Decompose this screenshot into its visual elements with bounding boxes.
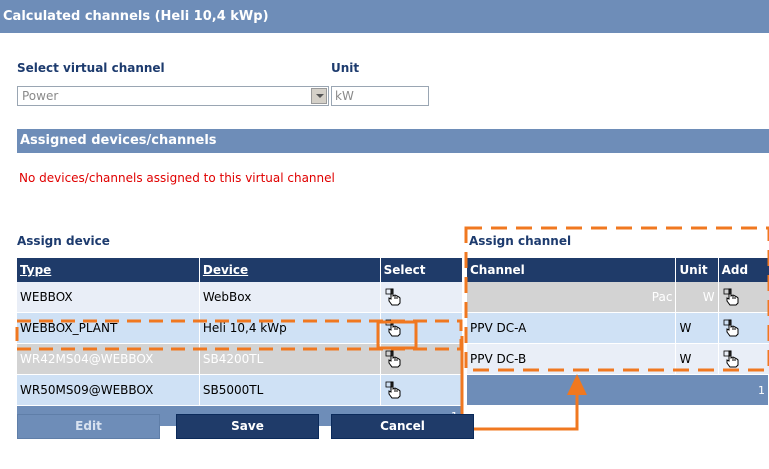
arrow-up-icon <box>567 374 587 395</box>
connector-line <box>460 336 579 431</box>
selected-row-highlight <box>15 319 463 351</box>
select-icon-highlight <box>376 320 418 350</box>
annotation-overlay <box>15 226 769 431</box>
edit-button[interactable]: Edit <box>17 414 160 439</box>
save-button[interactable]: Save <box>176 414 319 439</box>
channel-table-highlight <box>464 226 769 372</box>
cancel-button[interactable]: Cancel <box>331 414 474 439</box>
